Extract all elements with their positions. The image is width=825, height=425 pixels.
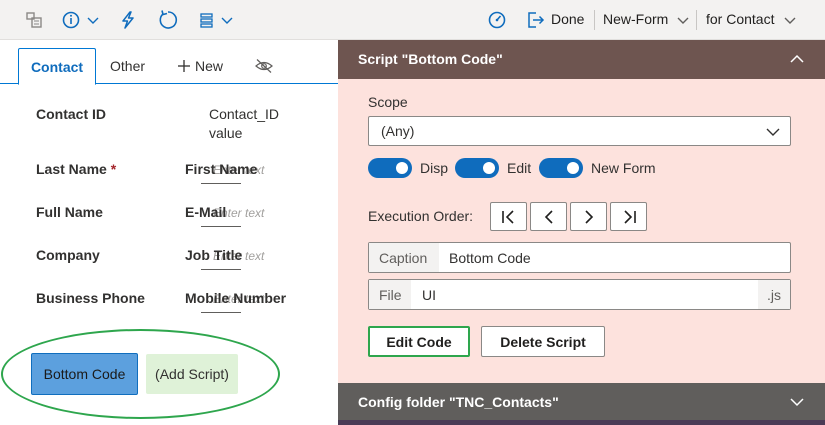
refresh-icon[interactable] [157,8,179,32]
move-down-button[interactable] [570,202,607,231]
skip-first-icon [501,209,514,224]
field-label-last-name: Last Name * [36,161,116,177]
field-label-contact-id: Contact ID [36,106,106,122]
exit-icon[interactable] [525,8,545,32]
scope-select[interactable]: (Any) [368,116,791,146]
add-script-button[interactable]: (Add Script) [146,354,238,394]
chevron-right-icon [584,209,593,224]
bottom-code-script-button[interactable]: Bottom Code [31,353,138,395]
info-icon[interactable] [61,8,101,32]
next-section-strip [338,420,825,425]
tab-other[interactable]: Other [110,48,145,84]
config-folder-header[interactable]: Config folder "TNC_Contacts" [338,383,825,420]
toggle-new-form[interactable] [539,158,583,178]
file-suffix: .js [758,280,790,309]
toggle-label-disp: Disp [420,160,449,176]
input-underline [201,269,241,270]
toggle-edit[interactable] [455,158,499,178]
file-prefix: File [369,280,411,309]
tab-new[interactable]: New [177,48,223,84]
scope-label: Scope [368,94,408,110]
tab-contact[interactable]: Contact [18,48,96,85]
caption-value[interactable]: Bottom Code [449,250,531,266]
execution-order-label: Execution Order: [368,208,474,224]
toolbar-divider [594,10,595,30]
chevron-down-icon [766,125,780,142]
file-value[interactable]: UI [422,287,436,303]
tab-label: Contact [30,58,84,75]
tab-label: Other [110,58,146,74]
edit-code-button[interactable]: Edit Code [368,326,470,357]
field-label-mobile-number: Mobile Number [185,290,287,306]
toggle-label-edit: Edit [507,160,532,176]
form-selector-label: New-Form [603,11,669,27]
config-folder-title: Config folder "TNC_Contacts" [358,394,559,410]
layout-icon[interactable] [24,8,44,32]
context-selector-label: for Contact [706,11,775,27]
toolbar-divider [696,10,697,30]
toggle-disp[interactable] [368,158,412,178]
done-button[interactable]: Done [551,11,584,27]
delete-script-button[interactable]: Delete Script [481,326,605,357]
scope-value: (Any) [381,123,415,139]
script-panel-header[interactable]: Script "Bottom Code" [338,40,825,79]
input-underline [201,312,241,313]
field-label-company: Company [36,247,100,263]
caption-field[interactable]: Caption Bottom Code [368,242,791,273]
tab-label: New [195,58,224,74]
move-last-button[interactable] [610,202,647,231]
toolbar: Done New-Form for Contact [0,0,825,40]
field-label-first-name: First Name [185,161,258,177]
context-selector[interactable]: for Contact [706,11,774,27]
form-selector[interactable]: New-Form [603,11,668,27]
move-up-button[interactable] [530,202,567,231]
skip-last-icon [623,209,636,224]
toggle-label-new-form: New Form [591,160,656,176]
input-underline [201,183,241,184]
required-marker: * [110,161,117,177]
move-first-button[interactable] [490,202,527,231]
lightning-icon[interactable] [118,8,138,32]
chevron-left-icon [544,209,553,224]
field-label-business-phone: Business Phone [36,290,145,306]
chevron-up-icon[interactable] [789,51,805,70]
input-underline [201,226,241,227]
field-label-email: E-Mail [185,204,227,220]
field-label-full-name: Full Name [36,204,103,220]
chevron-down-icon[interactable] [783,8,797,32]
script-panel-title: Script "Bottom Code" [358,51,503,67]
chevron-down-icon[interactable] [789,394,805,413]
hide-icon[interactable] [254,48,274,84]
file-field[interactable]: File UI .js [368,279,791,310]
script-panel: Script "Bottom Code" Scope (Any) Disp Ed… [338,40,825,425]
plus-icon [178,60,190,72]
chevron-down-icon[interactable] [676,8,690,32]
field-label-text: Last Name [36,161,107,177]
list-menu-icon[interactable] [198,8,238,32]
field-label-job-title: Job Title [185,247,243,263]
speedometer-icon[interactable] [487,8,507,32]
caption-prefix: Caption [369,243,439,272]
tab-bar: Contact Other New [0,40,338,85]
field-value-contact-id: Contact_ID value [209,106,280,141]
